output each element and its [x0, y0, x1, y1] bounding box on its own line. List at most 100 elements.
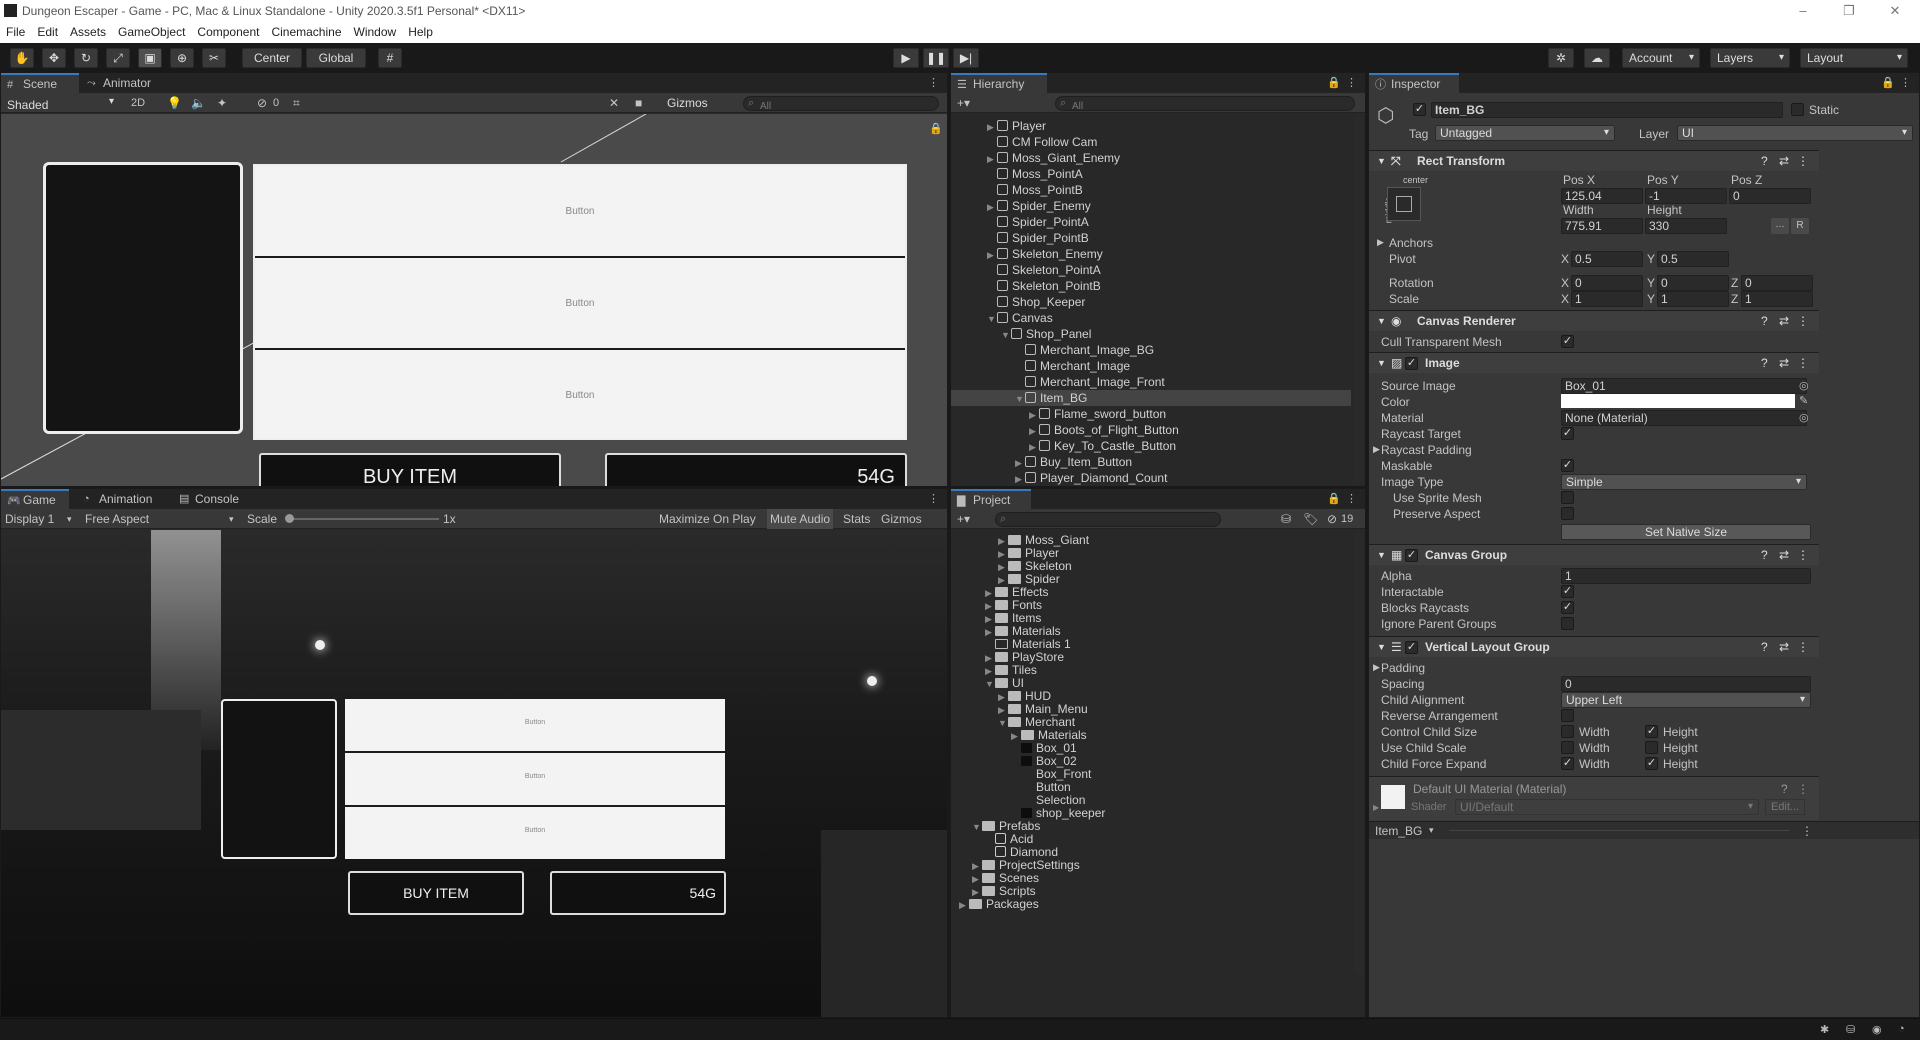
- expand-arrow-icon[interactable]: ▶: [987, 247, 997, 263]
- shader-edit-button[interactable]: Edit...: [1765, 799, 1805, 815]
- scale-z-field[interactable]: 1: [1741, 291, 1813, 307]
- raw-edit-button[interactable]: R: [1791, 218, 1809, 234]
- display-dropdown[interactable]: Display 1: [5, 509, 54, 529]
- project-item[interactable]: ▶ Player: [951, 547, 1351, 560]
- project-hidden-icon[interactable]: ⊘: [1327, 509, 1337, 529]
- material-menu-icon[interactable]: ⋮: [1797, 782, 1809, 796]
- posz-field[interactable]: 0: [1729, 188, 1811, 204]
- project-item[interactable]: ▶ Effects: [951, 586, 1351, 599]
- pivot-center-button[interactable]: Center: [242, 48, 302, 68]
- cloud-icon[interactable]: ☁: [1584, 48, 1610, 68]
- material-picker-icon[interactable]: ◎: [1799, 411, 1809, 424]
- maskable-checkbox[interactable]: ✓: [1561, 459, 1574, 472]
- hierarchy-item[interactable]: Merchant_Image_BG: [951, 342, 1351, 358]
- project-item[interactable]: ▶ Packages: [951, 898, 1351, 911]
- expand-arrow-icon[interactable]: ▼: [1015, 391, 1025, 407]
- hierarchy-item[interactable]: ▶ Key_To_Castle_Button: [951, 438, 1351, 454]
- expand-arrow-icon[interactable]: ▶: [987, 119, 997, 135]
- hierarchy-item[interactable]: Skeleton_PointA: [951, 262, 1351, 278]
- material-field[interactable]: None (Material): [1561, 410, 1807, 426]
- game-button-3[interactable]: Button: [345, 807, 725, 859]
- child-alignment-dropdown[interactable]: Upper Left: [1561, 692, 1811, 708]
- account-dropdown[interactable]: Account: [1622, 48, 1700, 68]
- inspector-lock-icon[interactable]: 🔒: [1881, 76, 1895, 89]
- rect-menu-icon[interactable]: ⋮: [1797, 151, 1809, 172]
- hierarchy-item[interactable]: ▶ Flame_sword_button: [951, 406, 1351, 422]
- tab-project[interactable]: ▇ Project: [951, 489, 1031, 509]
- scene-menu-icon[interactable]: ⋮: [928, 76, 939, 89]
- custom-tool-icon[interactable]: ✂: [202, 48, 226, 68]
- vertical-layout-group-header[interactable]: ▼ ☰ ✓ Vertical Layout Group ? ⇄ ⋮: [1369, 636, 1819, 657]
- expand-arrow-icon[interactable]: ▶: [1015, 471, 1025, 486]
- scene-button-2[interactable]: Button: [255, 258, 905, 350]
- project-item[interactable]: ▼ Merchant: [951, 716, 1351, 729]
- inspector-menu-icon[interactable]: ⋮: [1900, 76, 1911, 89]
- filter-label-icon[interactable]: 🏷: [1303, 509, 1318, 529]
- hierarchy-item[interactable]: CM Follow Cam: [951, 134, 1351, 150]
- step-button[interactable]: ▶|: [953, 48, 979, 68]
- expand-arrow-icon[interactable]: ▶: [987, 199, 997, 215]
- project-item[interactable]: ▶ Main_Menu: [951, 703, 1351, 716]
- expand-arrow-icon[interactable]: ▼: [987, 311, 997, 327]
- expand-width-checkbox[interactable]: ✓: [1561, 757, 1574, 770]
- hierarchy-item[interactable]: ▶ Buy_Item_Button: [951, 454, 1351, 470]
- preserve-aspect-checkbox[interactable]: [1561, 507, 1574, 520]
- menu-window[interactable]: Window: [354, 22, 397, 43]
- rect-transform-header[interactable]: ▼ ⤧ Rect Transform ? ⇄ ⋮: [1369, 150, 1819, 171]
- vlg-help-icon[interactable]: ?: [1761, 637, 1768, 658]
- rect-tool-icon[interactable]: ▣: [138, 48, 162, 68]
- hierarchy-item[interactable]: ▶ Player: [951, 118, 1351, 134]
- scale-tool-icon[interactable]: ⤢: [106, 48, 130, 68]
- anchors-label[interactable]: Anchors: [1389, 236, 1433, 250]
- hierarchy-item[interactable]: ▼ Item_BG: [951, 390, 1351, 406]
- padding-label[interactable]: Padding: [1381, 661, 1425, 675]
- image-help-icon[interactable]: ?: [1761, 353, 1768, 374]
- canvas-renderer-header[interactable]: ▼ ◉ Canvas Renderer ? ⇄ ⋮: [1369, 310, 1819, 331]
- scale-x-field[interactable]: 1: [1571, 291, 1643, 307]
- width-field[interactable]: 775.91: [1561, 218, 1643, 234]
- project-item[interactable]: Box_01: [951, 742, 1351, 755]
- color-swatch[interactable]: [1561, 394, 1795, 408]
- project-menu-icon[interactable]: ⋮: [1346, 492, 1357, 505]
- shader-dropdown[interactable]: UI/Default: [1455, 799, 1759, 815]
- posy-field[interactable]: -1: [1645, 188, 1727, 204]
- expand-arrow-icon[interactable]: ▶: [1029, 423, 1039, 439]
- grid-toggle-icon[interactable]: ⌗: [293, 93, 300, 113]
- scale-y-field[interactable]: 1: [1657, 291, 1729, 307]
- source-image-field[interactable]: Box_01: [1561, 378, 1807, 394]
- project-item[interactable]: ▶ Moss_Giant: [951, 534, 1351, 547]
- project-item[interactable]: Selection: [951, 794, 1351, 807]
- scene-button-1[interactable]: Button: [255, 166, 905, 258]
- menu-gameobject[interactable]: GameObject: [118, 22, 185, 43]
- tab-animator[interactable]: ⤳ Animator: [81, 73, 171, 93]
- game-button-1[interactable]: Button: [345, 699, 725, 753]
- canvas-group-menu-icon[interactable]: ⋮: [1797, 545, 1809, 566]
- hierarchy-item[interactable]: Spider_PointB: [951, 230, 1351, 246]
- expand-height-checkbox[interactable]: ✓: [1645, 757, 1658, 770]
- filter-type-icon[interactable]: ⛁: [1281, 509, 1291, 529]
- hand-tool-icon[interactable]: ✋: [10, 48, 34, 68]
- posx-field[interactable]: 125.04: [1561, 188, 1643, 204]
- project-item[interactable]: ▶ Spider: [951, 573, 1351, 586]
- expand-arrow-icon[interactable]: ▶: [1015, 455, 1025, 471]
- canvas-group-help-icon[interactable]: ?: [1761, 545, 1768, 566]
- project-item[interactable]: ▶ HUD: [951, 690, 1351, 703]
- hierarchy-item[interactable]: ▶ Boots_of_Flight_Button: [951, 422, 1351, 438]
- lighting-icon[interactable]: 💡: [167, 93, 182, 113]
- menu-assets[interactable]: Assets: [70, 22, 106, 43]
- hierarchy-item[interactable]: ▶ Skeleton_Enemy: [951, 246, 1351, 262]
- layer-dropdown[interactable]: UI: [1677, 125, 1913, 141]
- spacing-field[interactable]: 0: [1561, 676, 1811, 692]
- canvas-group-header[interactable]: ▼ ▦ ✓ Canvas Group ? ⇄ ⋮: [1369, 544, 1819, 565]
- vlg-preset-icon[interactable]: ⇄: [1779, 637, 1789, 658]
- tab-scene[interactable]: # Scene: [1, 73, 79, 93]
- ignore-parent-groups-checkbox[interactable]: [1561, 617, 1574, 630]
- pivot-global-button[interactable]: Global: [306, 48, 366, 68]
- 2d-toggle[interactable]: 2D: [131, 93, 145, 113]
- game-buy-item-button[interactable]: BUY ITEM: [348, 871, 524, 915]
- tab-console[interactable]: ▤ Console: [173, 489, 253, 509]
- vlg-menu-icon[interactable]: ⋮: [1797, 637, 1809, 658]
- project-search-input[interactable]: [995, 512, 1221, 527]
- collab-icon[interactable]: ✲: [1548, 48, 1574, 68]
- scale-height-checkbox[interactable]: [1645, 741, 1658, 754]
